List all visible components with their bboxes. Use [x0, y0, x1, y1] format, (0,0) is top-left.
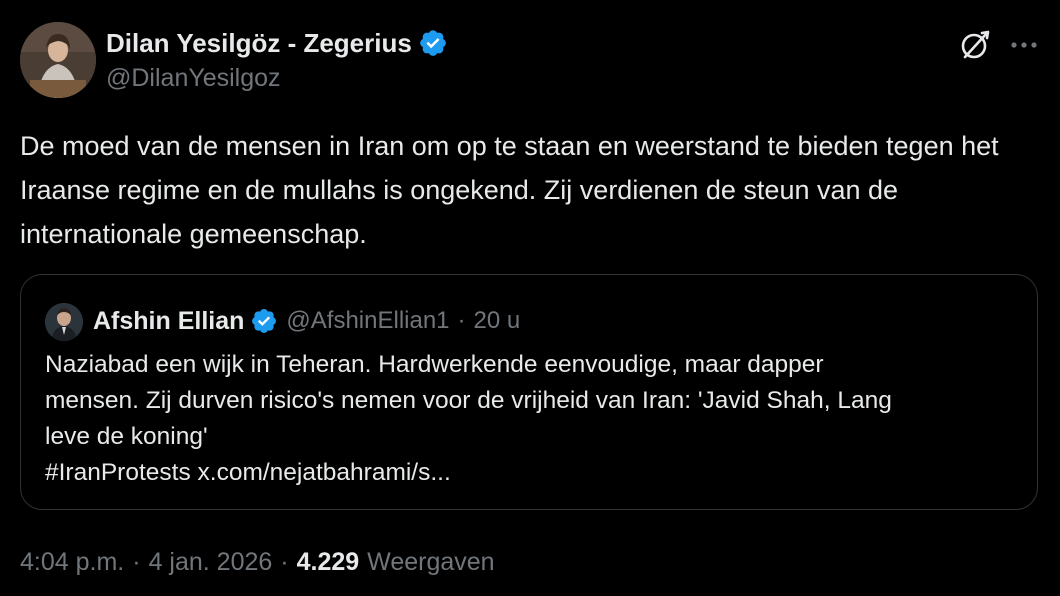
quote-header: Afshin Ellian @AfshinEllian1 · 20 u — [93, 303, 520, 339]
author-avatar[interactable] — [20, 22, 96, 98]
quote-author-name[interactable]: Afshin Ellian — [93, 307, 244, 336]
views-count: 4.229 — [296, 547, 360, 576]
meta-separator: · — [280, 547, 289, 576]
quote-verified-badge-icon — [250, 307, 278, 335]
quoted-tweet[interactable]: Afshin Ellian @AfshinEllian1 · 20 u Nazi… — [20, 274, 1038, 510]
author-handle[interactable]: @DilanYesilgoz — [106, 64, 281, 93]
grok-icon[interactable] — [958, 28, 992, 62]
quote-text-line: #IranProtests x.com/nejatbahrami/s... — [45, 459, 451, 486]
author-name-row: Dilan Yesilgöz - Zegerius — [106, 26, 448, 60]
quote-text: Naziabad een wijk in Teheran. Hardwerken… — [45, 347, 1005, 491]
quote-timestamp[interactable]: 20 u — [474, 307, 521, 335]
meta-separator: · — [132, 547, 141, 576]
tweet-card: Dilan Yesilgöz - Zegerius @DilanYesilgoz… — [0, 0, 1060, 596]
quote-text-line: mensen. Zij durven risico's nemen voor d… — [45, 387, 892, 414]
quote-text-line: Naziabad een wijk in Teheran. Hardwerken… — [45, 351, 824, 378]
tweet-date[interactable]: 4 jan. 2026 — [149, 548, 273, 577]
author-name[interactable]: Dilan Yesilgöz - Zegerius — [106, 28, 412, 59]
avatar-photo — [20, 22, 96, 98]
more-icon[interactable] — [1008, 30, 1040, 60]
quote-author-handle[interactable]: @AfshinEllian1 — [286, 307, 449, 335]
quote-author-avatar[interactable] — [45, 303, 83, 341]
quote-separator: · — [457, 307, 466, 334]
quote-avatar-photo — [45, 303, 83, 341]
tweet-meta: 4:04 p.m. · 4 jan. 2026 · 4.229 Weergave… — [20, 545, 495, 579]
quote-text-line: leve de koning' — [45, 423, 208, 450]
tweet-text: De moed van de mensen in Iran om op te s… — [20, 131, 999, 249]
verified-badge-icon — [418, 28, 448, 58]
tweet-time[interactable]: 4:04 p.m. — [20, 548, 124, 577]
views-label: Weergaven — [367, 547, 495, 576]
